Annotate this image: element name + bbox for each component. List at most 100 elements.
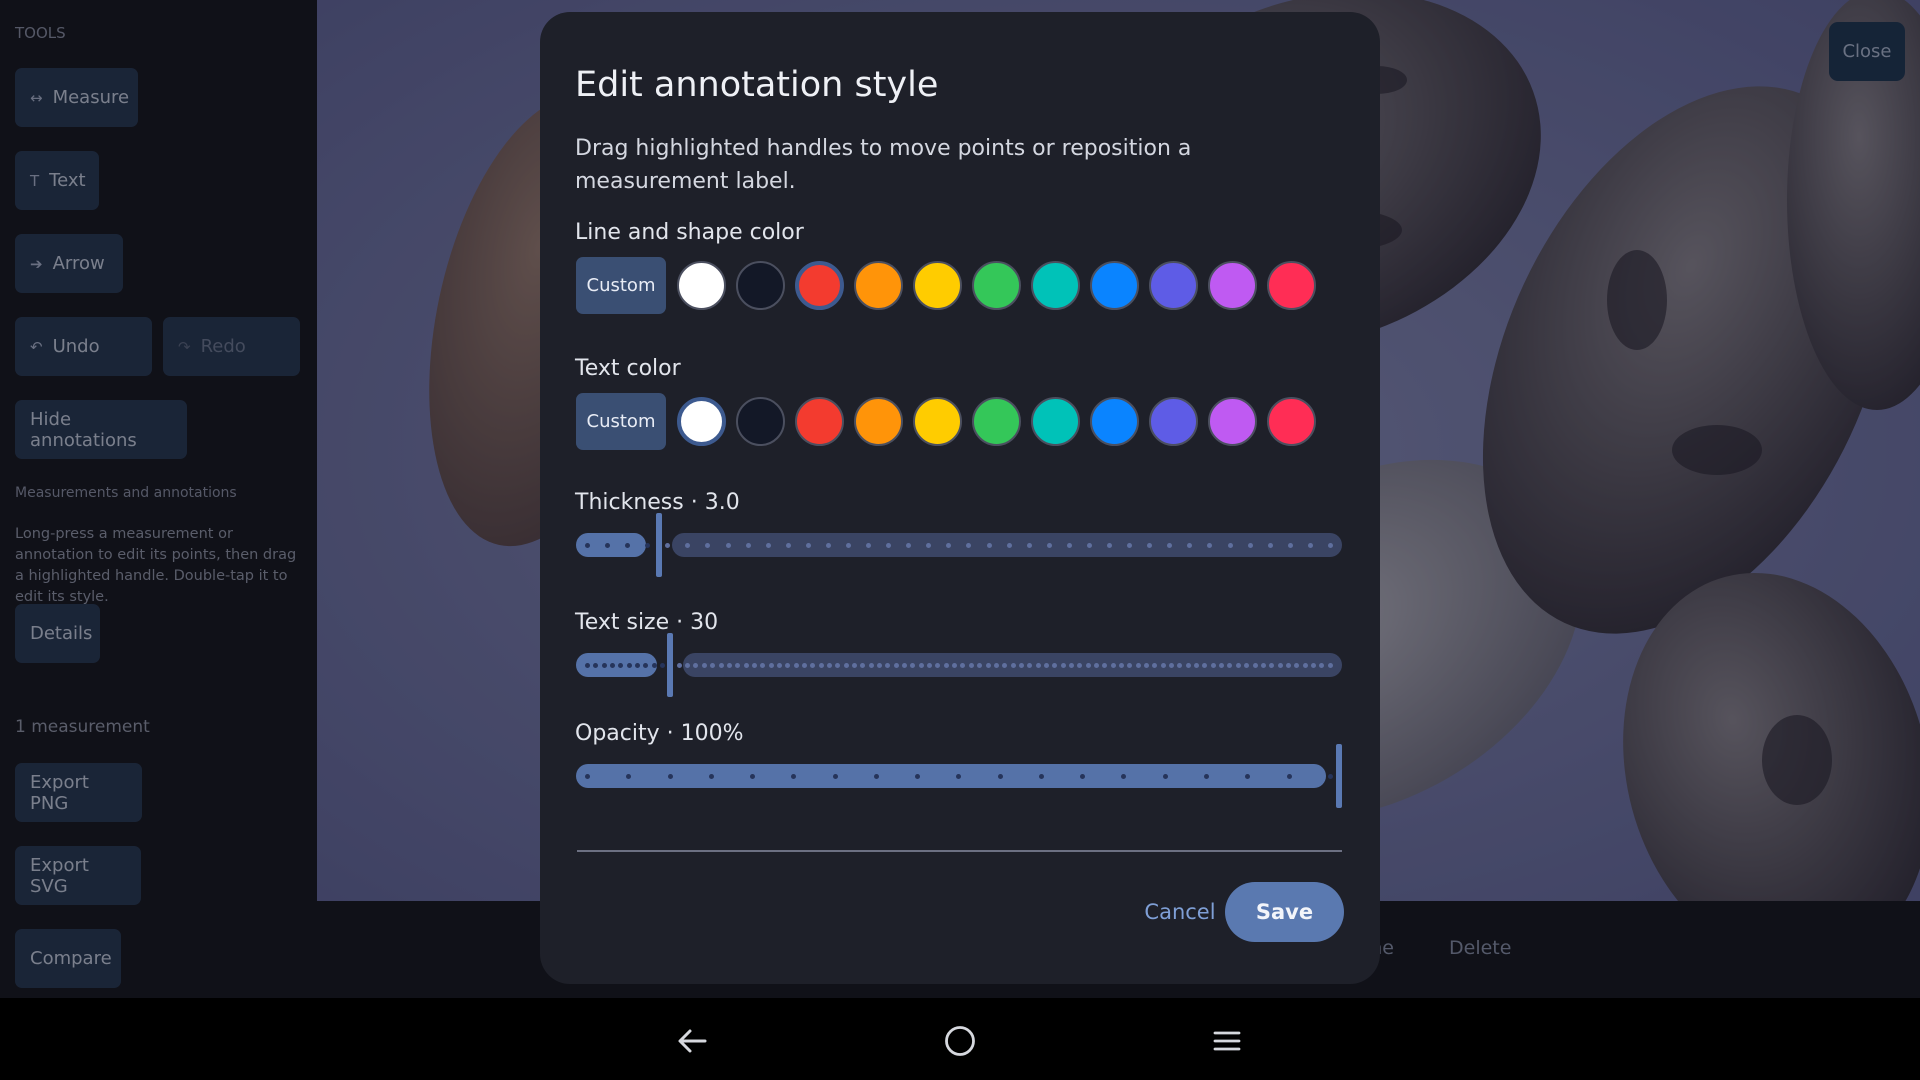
text-size-tick (877, 662, 883, 668)
text-color-swatch-9[interactable] (1149, 396, 1198, 446)
line-color-swatch-3[interactable] (795, 260, 844, 310)
line-color-swatch-4[interactable] (854, 260, 903, 310)
thickness-tick (1147, 542, 1153, 548)
line-color-swatch-11[interactable] (1267, 260, 1316, 310)
thickness-tick (745, 542, 751, 548)
text-size-tick (743, 662, 749, 668)
text-size-tick (726, 662, 732, 668)
opacity-thumb[interactable] (1336, 744, 1342, 808)
thickness-thumb[interactable] (656, 513, 662, 577)
text-color-swatch-3[interactable] (795, 396, 844, 446)
text-size-tick (1160, 662, 1166, 668)
line-color-label: Line and shape color (575, 220, 804, 245)
thickness-slider[interactable] (576, 510, 1342, 580)
text-size-tick (910, 662, 916, 668)
thickness-tick (825, 542, 831, 548)
thickness-tick (785, 542, 791, 548)
text-color-swatch-8[interactable] (1090, 396, 1139, 446)
text-size-tick (1227, 662, 1233, 668)
text-size-tick (1319, 662, 1325, 668)
thickness-tick (1227, 542, 1233, 548)
dialog-divider (577, 850, 1342, 852)
opacity-tick (708, 773, 714, 779)
text-size-tick (1219, 662, 1225, 668)
opacity-tick (1203, 773, 1209, 779)
text-size-tick (1277, 662, 1283, 668)
text-custom-color-button[interactable]: Custom (576, 392, 666, 450)
thickness-tick (625, 542, 631, 548)
text-color-swatch-11[interactable] (1267, 396, 1316, 446)
text-size-tick (751, 662, 757, 668)
text-size-tick (1260, 662, 1266, 668)
text-color-label: Text color (575, 356, 681, 381)
text-size-tick (1294, 662, 1300, 668)
text-color-swatch-6[interactable] (972, 396, 1021, 446)
thickness-tick (866, 542, 872, 548)
opacity-tick (750, 773, 756, 779)
text-size-tick (1110, 662, 1116, 668)
text-size-tick (593, 662, 599, 668)
text-size-tick (701, 662, 707, 668)
back-nav-icon[interactable] (672, 1021, 712, 1061)
menu-nav-icon[interactable] (1207, 1021, 1247, 1061)
line-color-swatch-5[interactable] (913, 260, 962, 310)
thickness-tick (1307, 542, 1313, 548)
text-color-swatch-2[interactable] (736, 396, 785, 446)
line-color-swatch-1[interactable] (677, 260, 726, 310)
text-size-tick (660, 662, 666, 668)
line-color-swatch-6[interactable] (972, 260, 1021, 310)
opacity-slider[interactable] (576, 741, 1342, 811)
dialog-title: Edit annotation style (575, 65, 939, 105)
opacity-tick (1327, 773, 1333, 779)
text-color-swatch-7[interactable] (1031, 396, 1080, 446)
text-size-tick (585, 662, 590, 668)
save-button[interactable]: Save (1225, 882, 1344, 942)
home-nav-icon[interactable] (940, 1021, 980, 1061)
text-size-tick (776, 662, 782, 668)
text-size-slider[interactable] (576, 630, 1342, 700)
line-custom-color-button[interactable]: Custom (576, 256, 666, 314)
opacity-tick (1121, 773, 1127, 779)
text-size-ticks (576, 653, 1342, 677)
text-color-swatch-1[interactable] (677, 396, 726, 446)
opacity-ticks (576, 764, 1342, 788)
text-size-tick (843, 662, 849, 668)
line-color-swatches: Custom (576, 256, 1326, 314)
text-size-tick (1052, 662, 1058, 668)
text-size-tick (918, 662, 924, 668)
text-size-thumb[interactable] (667, 633, 673, 697)
text-size-tick (960, 662, 966, 668)
thickness-tick (986, 542, 992, 548)
text-size-tick (860, 662, 866, 668)
text-size-tick (1043, 662, 1049, 668)
text-size-tick (785, 662, 791, 668)
text-size-tick (968, 662, 974, 668)
thickness-tick (765, 542, 771, 548)
opacity-tick (915, 773, 921, 779)
opacity-tick (667, 773, 673, 779)
text-size-tick (985, 662, 991, 668)
text-size-tick (902, 662, 908, 668)
text-color-swatch-10[interactable] (1208, 396, 1257, 446)
text-size-tick (1302, 662, 1308, 668)
text-size-tick (835, 662, 841, 668)
line-color-swatch-10[interactable] (1208, 260, 1257, 310)
thickness-tick (1187, 542, 1193, 548)
thickness-tick (966, 542, 972, 548)
line-color-swatch-2[interactable] (736, 260, 785, 310)
line-color-swatch-7[interactable] (1031, 260, 1080, 310)
text-size-tick (1035, 662, 1041, 668)
text-size-tick (1194, 662, 1200, 668)
opacity-tick (956, 773, 962, 779)
line-color-swatch-8[interactable] (1090, 260, 1139, 310)
text-color-swatch-5[interactable] (913, 396, 962, 446)
thickness-tick (926, 542, 932, 548)
text-size-tick (1135, 662, 1141, 668)
thickness-tick (805, 542, 811, 548)
thickness-tick (705, 542, 711, 548)
text-color-swatch-4[interactable] (854, 396, 903, 446)
line-color-swatch-9[interactable] (1149, 260, 1198, 310)
cancel-button[interactable]: Cancel (1120, 882, 1240, 942)
text-size-tick (1144, 662, 1150, 668)
thickness-tick (1327, 542, 1333, 548)
